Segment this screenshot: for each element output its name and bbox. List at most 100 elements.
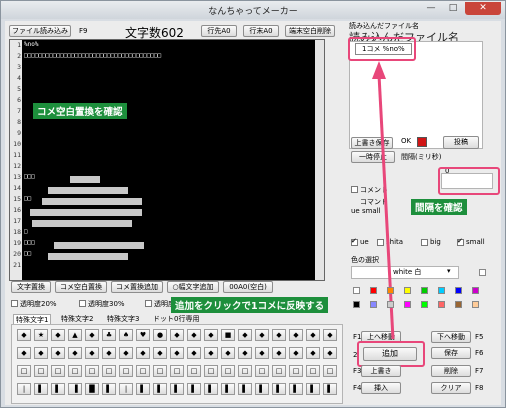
char-replace-button[interactable]: 文字置換: [11, 281, 51, 293]
special-char-button[interactable]: □: [102, 365, 116, 377]
special-char-button[interactable]: ◆: [153, 347, 167, 359]
special-char-button[interactable]: ◆: [187, 347, 201, 359]
special-char-button[interactable]: □: [136, 365, 150, 377]
color-swatch[interactable]: [353, 287, 360, 294]
special-char-button[interactable]: ◆: [187, 329, 201, 341]
color-swatch[interactable]: [455, 301, 462, 308]
special-char-button[interactable]: ▌: [153, 383, 167, 395]
special-char-button[interactable]: ▌: [255, 383, 269, 395]
minimize-icon[interactable]: —: [421, 2, 441, 15]
special-char-button[interactable]: ◆: [272, 347, 286, 359]
editor-scrollbar[interactable]: [315, 40, 324, 280]
special-char-button[interactable]: ★: [34, 329, 48, 341]
comment-space-replace-button[interactable]: コメ空白置換: [55, 281, 107, 293]
special-char-button[interactable]: ◆: [238, 347, 252, 359]
special-char-button[interactable]: ◆: [204, 329, 218, 341]
overwrite-save-button[interactable]: 上書き保存: [351, 137, 393, 149]
size-small-checkbox[interactable]: [457, 237, 464, 246]
special-char-button[interactable]: ◆: [136, 347, 150, 359]
special-char-button[interactable]: □: [238, 365, 252, 377]
file-load-button[interactable]: ファイル読み込み: [9, 25, 71, 37]
maximize-icon[interactable]: □: [443, 2, 463, 15]
tab-special-2[interactable]: 特殊文字2: [61, 314, 93, 324]
special-char-button[interactable]: |: [17, 383, 31, 395]
color-swatch[interactable]: [387, 301, 394, 308]
opacity-20-checkbox[interactable]: [11, 300, 18, 307]
color-swatch[interactable]: [438, 301, 445, 308]
color-swatch[interactable]: [404, 287, 411, 294]
special-char-button[interactable]: □: [85, 365, 99, 377]
width-char-add-button[interactable]: ○幅文字追加: [167, 281, 219, 293]
special-char-button[interactable]: ◆: [323, 329, 337, 341]
special-char-button[interactable]: ♥: [136, 329, 150, 341]
special-char-button[interactable]: ◆: [255, 347, 269, 359]
special-char-button[interactable]: ◆: [323, 347, 337, 359]
special-char-button[interactable]: ◆: [51, 347, 65, 359]
trim-end-button[interactable]: 端末空白削除: [285, 25, 335, 37]
pos-shita-checkbox[interactable]: [377, 239, 384, 246]
opacity-30-checkbox[interactable]: [79, 300, 86, 307]
special-char-button[interactable]: ▌: [34, 383, 48, 395]
color-swatch[interactable]: [370, 287, 377, 294]
special-char-button[interactable]: ◆: [119, 347, 133, 359]
special-char-button[interactable]: ◆: [170, 329, 184, 341]
special-char-button[interactable]: ◆: [51, 329, 65, 341]
insert-button[interactable]: 挿入: [361, 382, 401, 394]
color-swatch[interactable]: [472, 301, 479, 308]
special-char-button[interactable]: ◆: [68, 347, 82, 359]
special-char-button[interactable]: ▌: [51, 383, 65, 395]
special-char-button[interactable]: ▌: [238, 383, 252, 395]
special-char-button[interactable]: ◆: [34, 347, 48, 359]
color-swatch[interactable]: [472, 287, 479, 294]
special-char-button[interactable]: □: [68, 365, 82, 377]
special-char-button[interactable]: ▌: [170, 383, 184, 395]
close-icon[interactable]: ✕: [465, 2, 501, 15]
special-char-button[interactable]: □: [170, 365, 184, 377]
special-char-button[interactable]: ▌: [102, 383, 116, 395]
overwrite-button[interactable]: 上書き: [361, 365, 401, 377]
color-swatch[interactable]: [455, 287, 462, 294]
color-swatch[interactable]: [421, 301, 428, 308]
color-swatch[interactable]: [353, 301, 360, 308]
line-head-button[interactable]: 行先A0: [201, 25, 237, 37]
move-down-button[interactable]: 下へ移動: [431, 331, 471, 343]
special-char-button[interactable]: □: [51, 365, 65, 377]
special-char-button[interactable]: ▌: [187, 383, 201, 395]
special-char-button[interactable]: ◆: [289, 329, 303, 341]
special-char-button[interactable]: ◆: [170, 347, 184, 359]
special-char-button[interactable]: ■: [221, 329, 235, 341]
special-char-button[interactable]: |: [119, 383, 133, 395]
special-char-button[interactable]: █: [85, 383, 99, 395]
tab-special-3[interactable]: 特殊文字3: [107, 314, 139, 324]
special-char-button[interactable]: ◆: [306, 347, 320, 359]
special-char-button[interactable]: ▌: [221, 383, 235, 395]
special-char-button[interactable]: ◆: [85, 347, 99, 359]
color-swatch[interactable]: [387, 287, 394, 294]
special-char-button[interactable]: □: [204, 365, 218, 377]
special-char-button[interactable]: ♠: [119, 329, 133, 341]
special-char-button[interactable]: □: [306, 365, 320, 377]
special-char-button[interactable]: □: [17, 365, 31, 377]
text-editor[interactable]: 1 2 3 4 5 6 7 8 9 10 11 12 13 14 15 16 1…: [9, 39, 325, 281]
nbsp-button[interactable]: 00A0(空白): [223, 281, 273, 293]
special-char-button[interactable]: □: [119, 365, 133, 377]
delete-button[interactable]: 削除: [431, 365, 471, 377]
special-char-button[interactable]: ◆: [17, 347, 31, 359]
special-char-button[interactable]: ◆: [17, 329, 31, 341]
special-char-button[interactable]: □: [187, 365, 201, 377]
special-char-button[interactable]: ◆: [102, 347, 116, 359]
special-char-button[interactable]: ◆: [85, 329, 99, 341]
comment-replace-add-button[interactable]: コメ置換追加: [111, 281, 163, 293]
special-char-button[interactable]: ▌: [306, 383, 320, 395]
special-char-button[interactable]: ◆: [204, 347, 218, 359]
color-swatch[interactable]: [370, 301, 377, 308]
tab-dot-only[interactable]: ドット0行専用: [153, 314, 199, 324]
special-char-button[interactable]: ◆: [272, 329, 286, 341]
special-char-button[interactable]: ◆: [221, 347, 235, 359]
special-char-button[interactable]: ◆: [289, 347, 303, 359]
special-char-button[interactable]: ◆: [255, 329, 269, 341]
special-char-button[interactable]: □: [255, 365, 269, 377]
special-char-button[interactable]: □: [272, 365, 286, 377]
clear-button[interactable]: クリア: [431, 382, 471, 394]
special-char-button[interactable]: □: [289, 365, 303, 377]
